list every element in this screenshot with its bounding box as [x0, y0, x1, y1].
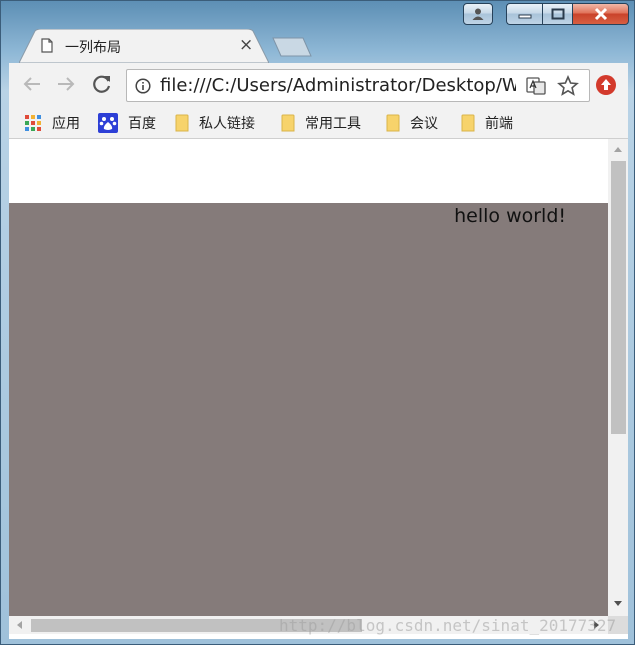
bookmark-folder-meetings[interactable]: 会议 [386, 108, 438, 138]
bookmark-label: 百度 [128, 116, 156, 132]
vertical-scrollbar[interactable] [608, 139, 628, 616]
bookmark-label: 应用 [52, 116, 80, 132]
title-bar [1, 1, 634, 29]
scroll-left-arrow-icon[interactable] [15, 620, 23, 630]
bookmark-label: 前端 [485, 116, 513, 132]
vertical-scroll-thumb[interactable] [611, 161, 626, 434]
folder-icon [175, 114, 189, 132]
close-window-button[interactable] [572, 3, 629, 25]
tab-active[interactable]: 一列布局 × [19, 29, 269, 63]
bookmarks-bar: 应用 百度 私人链接 常用工具 会议 前端 [9, 108, 628, 139]
url-text[interactable]: file:///C:/Users/Administrator/Desktop/W… [160, 75, 516, 96]
page-main-column: hello world! [9, 203, 608, 616]
user-profile-button[interactable] [463, 3, 493, 25]
maximize-button[interactable] [542, 3, 572, 25]
bookmark-baidu[interactable]: 百度 [98, 108, 156, 138]
tab-shape [19, 29, 269, 63]
tab-title: 一列布局 [65, 40, 121, 56]
hello-text: hello world! [454, 205, 566, 227]
apps-grid-icon [25, 115, 41, 131]
new-tab-button[interactable] [271, 37, 313, 57]
close-icon [594, 7, 607, 21]
browser-window: 一列布局 × file:///C:/Users/Administrator/De… [0, 0, 635, 645]
toolbar: file:///C:/Users/Administrator/Desktop/W… [9, 63, 628, 108]
page-viewport: hello world! http://blog.csdn.net/sinat_… [9, 139, 628, 639]
minimize-button[interactable] [506, 3, 542, 25]
scroll-up-arrow-icon[interactable] [613, 145, 623, 153]
baidu-paw-icon [98, 113, 118, 133]
translate-icon[interactable] [526, 76, 546, 96]
folder-icon [281, 114, 295, 132]
back-arrow-icon[interactable] [21, 73, 43, 95]
address-bar[interactable]: file:///C:/Users/Administrator/Desktop/W… [126, 69, 590, 102]
bookmark-label: 常用工具 [305, 116, 361, 132]
bookmark-folder-common-tools[interactable]: 常用工具 [281, 108, 361, 138]
maximize-icon [551, 8, 564, 20]
folder-icon [386, 114, 400, 132]
update-arrow-icon[interactable] [595, 74, 617, 96]
reload-icon[interactable] [91, 73, 113, 95]
forward-arrow-icon[interactable] [55, 73, 77, 95]
minimize-icon [518, 14, 531, 19]
folder-icon [461, 114, 475, 132]
bookmark-folder-private-links[interactable]: 私人链接 [175, 108, 255, 138]
bookmark-star-icon[interactable] [557, 75, 579, 97]
page-header-area [9, 139, 608, 203]
watermark-text: http://blog.csdn.net/sinat_20177327 [279, 616, 617, 635]
tab-close-button[interactable]: × [239, 35, 253, 55]
bookmark-label: 会议 [410, 116, 438, 132]
bookmark-label: 私人链接 [199, 116, 255, 132]
bookmark-folder-frontend[interactable]: 前端 [461, 108, 513, 138]
page-icon [41, 38, 53, 53]
user-icon [472, 8, 484, 20]
bookmark-apps[interactable]: 应用 [24, 108, 80, 138]
scroll-down-arrow-icon[interactable] [613, 600, 623, 608]
info-icon[interactable] [135, 78, 151, 94]
